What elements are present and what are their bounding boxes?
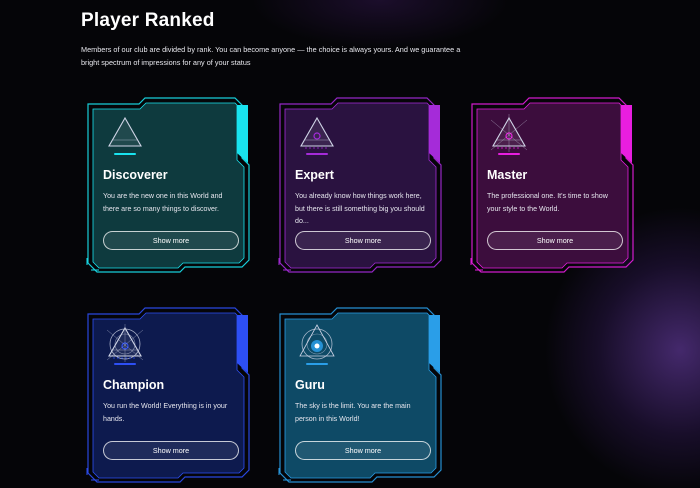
show-more-button[interactable]: Show more bbox=[295, 231, 431, 250]
rank-card-champion: Champion You run the World! Everything i… bbox=[85, 307, 254, 483]
circle-target-emblem-icon bbox=[299, 324, 335, 365]
rank-description: The sky is the limit. You are the main p… bbox=[295, 402, 411, 423]
page-title: Player Ranked bbox=[81, 10, 215, 31]
rank-description: You run the World! Everything is in your… bbox=[103, 402, 228, 423]
rank-title: Expert bbox=[295, 168, 334, 182]
rank-title: Champion bbox=[103, 378, 165, 392]
rank-description: The professional one. It's time to show … bbox=[487, 192, 608, 213]
rank-card-expert: Expert You already know how things work … bbox=[277, 97, 446, 273]
rank-card-master: Master The professional one. It's time t… bbox=[469, 97, 638, 273]
triangle-rays-emblem-icon bbox=[300, 116, 334, 155]
section-description: Members of our club are divided by rank.… bbox=[81, 45, 461, 67]
show-more-button[interactable]: Show more bbox=[487, 231, 623, 250]
rank-description: You are the new one in this World and th… bbox=[103, 192, 223, 213]
circle-triangle-emblem-icon bbox=[106, 324, 144, 365]
rank-title: Guru bbox=[295, 378, 325, 392]
rank-card-guru: Guru The sky is the limit. You are the m… bbox=[277, 307, 446, 483]
player-ranked-section: Player Ranked Members of our club are di… bbox=[0, 0, 700, 488]
show-more-button[interactable]: Show more bbox=[295, 441, 431, 460]
rank-card-discoverer: Discoverer You are the new one in this W… bbox=[85, 97, 254, 273]
rank-title: Master bbox=[487, 168, 528, 182]
rank-description: You already know how things work here, b… bbox=[295, 192, 425, 225]
show-more-button[interactable]: Show more bbox=[103, 231, 239, 250]
triangle-emblem-icon bbox=[108, 116, 142, 155]
triangle-crosshair-emblem-icon bbox=[490, 114, 528, 155]
rank-title: Discoverer bbox=[103, 168, 168, 182]
show-more-button[interactable]: Show more bbox=[103, 441, 239, 460]
